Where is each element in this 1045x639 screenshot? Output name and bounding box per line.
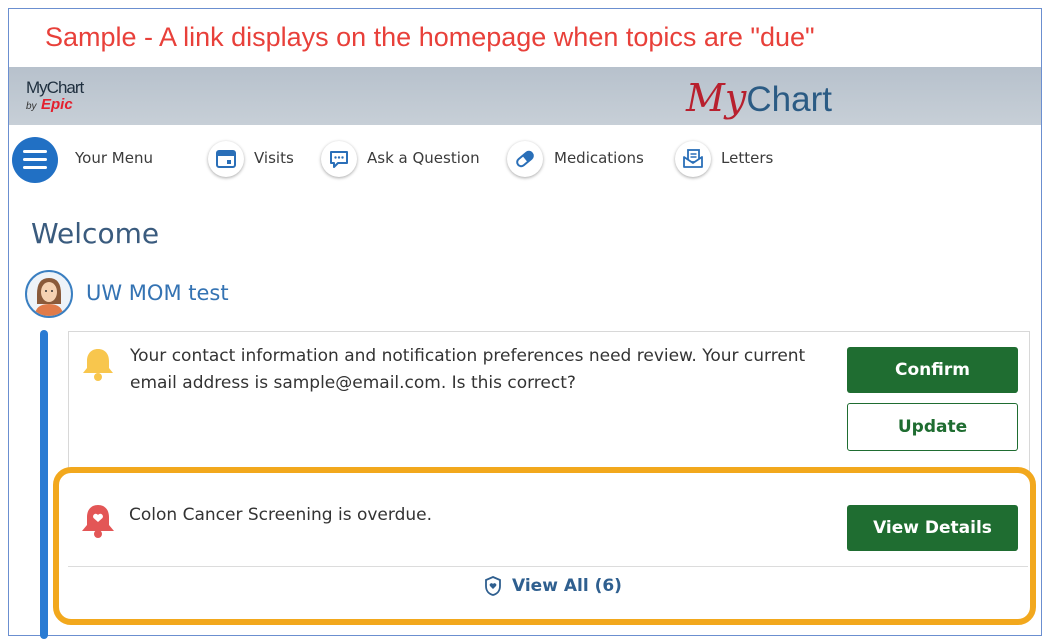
contact-review-text: Your contact information and notificatio…	[130, 343, 805, 397]
logo-by-text: by	[26, 101, 37, 112]
mychart-by-epic-logo[interactable]: MyChart by Epic	[26, 78, 84, 114]
notification-accent-bar	[40, 330, 48, 639]
contact-review-text-line2: email address is sample@email.com. Is th…	[130, 373, 576, 393]
your-menu-label[interactable]: Your Menu	[75, 149, 153, 167]
chat-bubble-icon	[330, 151, 348, 168]
confirm-button[interactable]: Confirm	[847, 347, 1018, 393]
nav-item-ask-question[interactable]	[321, 141, 357, 177]
menu-button[interactable]	[12, 137, 58, 183]
hamburger-icon	[23, 158, 47, 161]
user-name[interactable]: UW MOM test	[86, 281, 229, 305]
colon-screening-text: Colon Cancer Screening is overdue.	[129, 505, 432, 525]
logo-by-epic: by Epic	[26, 96, 83, 114]
calendar-icon	[216, 150, 236, 168]
nav-label-medications[interactable]: Medications	[554, 149, 644, 167]
letter-icon	[683, 149, 703, 168]
nav-label-letters[interactable]: Letters	[721, 149, 773, 167]
nav-item-medications[interactable]	[507, 141, 543, 177]
logo-mychart-text: MyChart	[26, 78, 84, 97]
user-avatar-icon	[35, 278, 63, 316]
nav-item-visits[interactable]	[208, 141, 244, 177]
logo-chart-text: Chart	[746, 80, 832, 119]
bell-icon	[83, 349, 113, 381]
hamburger-icon	[23, 150, 47, 153]
hamburger-icon	[23, 166, 47, 169]
view-all-label[interactable]: View All (6)	[512, 576, 622, 596]
nav-item-letters[interactable]	[675, 141, 711, 177]
main-nav: Your Menu Visits Ask a Question Medicati…	[0, 135, 1045, 183]
view-all-link[interactable]: View All (6)	[484, 576, 622, 596]
pill-icon	[516, 150, 534, 168]
sample-caption: Sample - A link displays on the homepage…	[45, 22, 815, 52]
nav-label-visits[interactable]: Visits	[254, 149, 294, 167]
card-divider	[68, 566, 1028, 567]
update-button[interactable]: Update	[847, 403, 1018, 451]
mychart-logo: MyChart	[686, 76, 832, 120]
page-title: Welcome	[31, 217, 160, 250]
logo-epic-text: Epic	[41, 96, 73, 113]
header-banner	[9, 67, 1041, 125]
logo-my-text: My	[686, 76, 747, 120]
contact-review-text-line1: Your contact information and notificatio…	[130, 346, 806, 366]
shield-heart-icon	[485, 576, 501, 596]
view-details-button[interactable]: View Details	[847, 505, 1018, 551]
avatar[interactable]	[25, 270, 73, 318]
nav-label-ask-question[interactable]: Ask a Question	[367, 149, 480, 167]
health-alert-bell-icon	[82, 505, 114, 538]
